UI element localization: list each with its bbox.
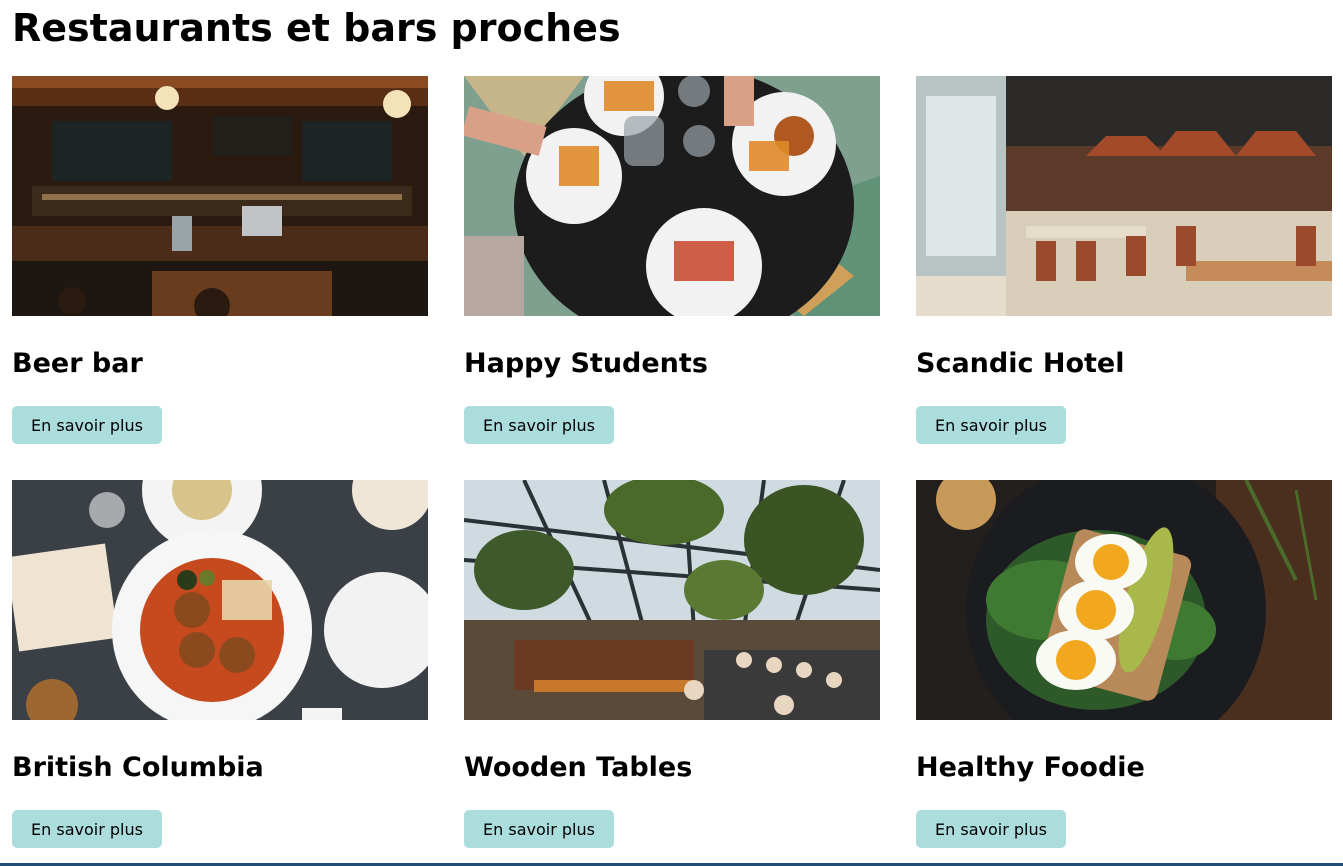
learn-more-button[interactable]: En savoir plus [12, 406, 162, 444]
beer-bar-photo [12, 76, 428, 316]
learn-more-button[interactable]: En savoir plus [12, 810, 162, 848]
restaurant-grid: Beer bar En savoir plus Happy Students E… [12, 76, 1332, 848]
shared-meal-table-photo [464, 76, 880, 316]
restaurant-card-british-columbia: British Columbia En savoir plus [12, 480, 428, 848]
card-title: British Columbia [12, 752, 264, 783]
meatball-plate-photo [12, 480, 428, 720]
card-title: Healthy Foodie [916, 752, 1145, 783]
restaurant-card-healthy-foodie: Healthy Foodie En savoir plus [916, 480, 1332, 848]
card-title: Happy Students [464, 348, 708, 379]
egg-avocado-toast-photo [916, 480, 1332, 720]
learn-more-button[interactable]: En savoir plus [916, 810, 1066, 848]
card-title: Wooden Tables [464, 752, 693, 783]
page-title: Restaurants et bars proches [12, 6, 621, 50]
card-title: Scandic Hotel [916, 348, 1125, 379]
learn-more-button[interactable]: En savoir plus [916, 406, 1066, 444]
greenhouse-restaurant-photo [464, 480, 880, 720]
card-title: Beer bar [12, 348, 143, 379]
restaurant-card-scandic-hotel: Scandic Hotel En savoir plus [916, 76, 1332, 444]
restaurant-card-happy-students: Happy Students En savoir plus [464, 76, 880, 444]
page: Restaurants et bars proches Beer bar En … [0, 0, 1343, 866]
hotel-restaurant-interior-photo [916, 76, 1332, 316]
learn-more-button[interactable]: En savoir plus [464, 406, 614, 444]
learn-more-button[interactable]: En savoir plus [464, 810, 614, 848]
restaurant-card-beer-bar: Beer bar En savoir plus [12, 76, 428, 444]
restaurant-card-wooden-tables: Wooden Tables En savoir plus [464, 480, 880, 848]
